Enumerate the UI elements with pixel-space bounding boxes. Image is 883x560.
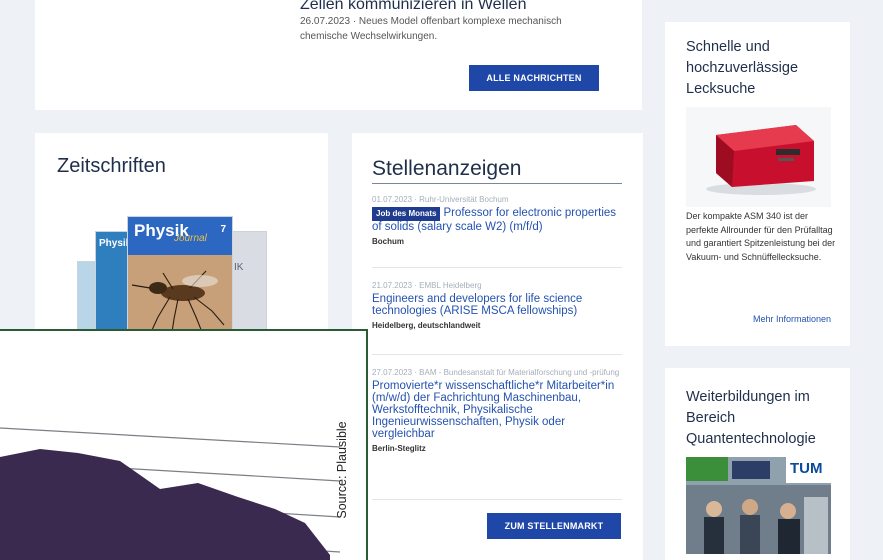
journal-covers[interactable]: Physik IK Physik Journal 7 [75,211,275,331]
ad-text: Der kompakte ASM 340 ist der perfekte Al… [686,211,836,262]
job-title[interactable]: Job des Monats Professor for electronic p… [372,207,622,233]
tum-logo: TUM [790,460,823,477]
leak-detector-image[interactable] [686,107,831,207]
journals-card: Zeitschriften Physik IK Physik Journal 7 [35,133,328,333]
ad-card: Schnelle und hochzuverlässige Lecksuche … [665,22,850,346]
job-location: Bochum [372,237,404,246]
chart-overlay [0,329,368,560]
job-meta: 21.07.2023 · EMBL Heidelberg [372,281,482,290]
quantum-training-heading[interactable]: Weiterbildungen im Bereich Quantentechno… [686,387,836,450]
job-title[interactable]: Engineers and developers for life scienc… [372,293,622,317]
chart-source-label: Source: Plausible [335,421,349,519]
job-separator [372,267,622,268]
job-location: Heidelberg, deutschlandweit [372,321,481,330]
job-separator [372,499,622,500]
job-title[interactable]: Promovierte*r wissenschaftliche*r Mitarb… [372,380,622,440]
gridline [0,427,341,448]
area-series [0,449,330,560]
job-item[interactable]: 27.07.2023 · BAM - Bundesanstalt für Mat… [372,366,622,453]
job-market-button[interactable]: ZUM STELLENMARKT [487,513,621,539]
job-of-month-badge: Job des Monats [372,207,441,221]
jobs-heading: Stellenanzeigen [372,157,522,180]
quantum-training-card: Weiterbildungen im Bereich Quantentechno… [665,368,850,560]
leak-detector-illustration [706,125,816,195]
journal-cover-right: IK [227,231,267,331]
area-chart-fragment [0,427,341,560]
job-meta: 27.07.2023 · BAM - Bundesanstalt für Mat… [372,368,620,377]
news-card: Zellen kommunizieren in Wellen 26.07.202… [35,0,642,110]
job-meta: 01.07.2023 · Ruhr-Universität Bochum [372,195,509,204]
journal-cover-subtitle: Journal [174,233,207,244]
ad-heading[interactable]: Schnelle und hochzuverlässige Lecksuche [686,37,836,100]
job-location: Berlin-Steglitz [372,444,426,453]
job-separator [372,354,622,355]
journal-cover-issue: 7 [220,224,226,235]
news-meta: 26.07.2023 · Neues Model offenbart kompl… [300,16,562,42]
job-item[interactable]: 01.07.2023 · Ruhr-Universität Bochum Job… [372,193,622,246]
job-item[interactable]: 21.07.2023 · EMBL Heidelberg Engineers a… [372,279,622,330]
news-title[interactable]: Zellen kommunizieren in Wellen [300,0,526,14]
jobs-card: Stellenanzeigen 01.07.2023 · Ruhr-Univer… [352,133,643,560]
mosquito-illustration [128,255,232,330]
journal-cover-right-title: IK [234,262,244,273]
jobs-divider [372,183,622,184]
all-news-button[interactable]: ALLE NACHRICHTEN [469,65,599,91]
journal-cover-front: Physik Journal 7 [127,216,233,331]
more-info-link[interactable]: Mehr Informationen [686,314,831,324]
quantum-training-image[interactable]: TUM [686,457,831,554]
journals-heading: Zeitschriften [57,155,166,177]
